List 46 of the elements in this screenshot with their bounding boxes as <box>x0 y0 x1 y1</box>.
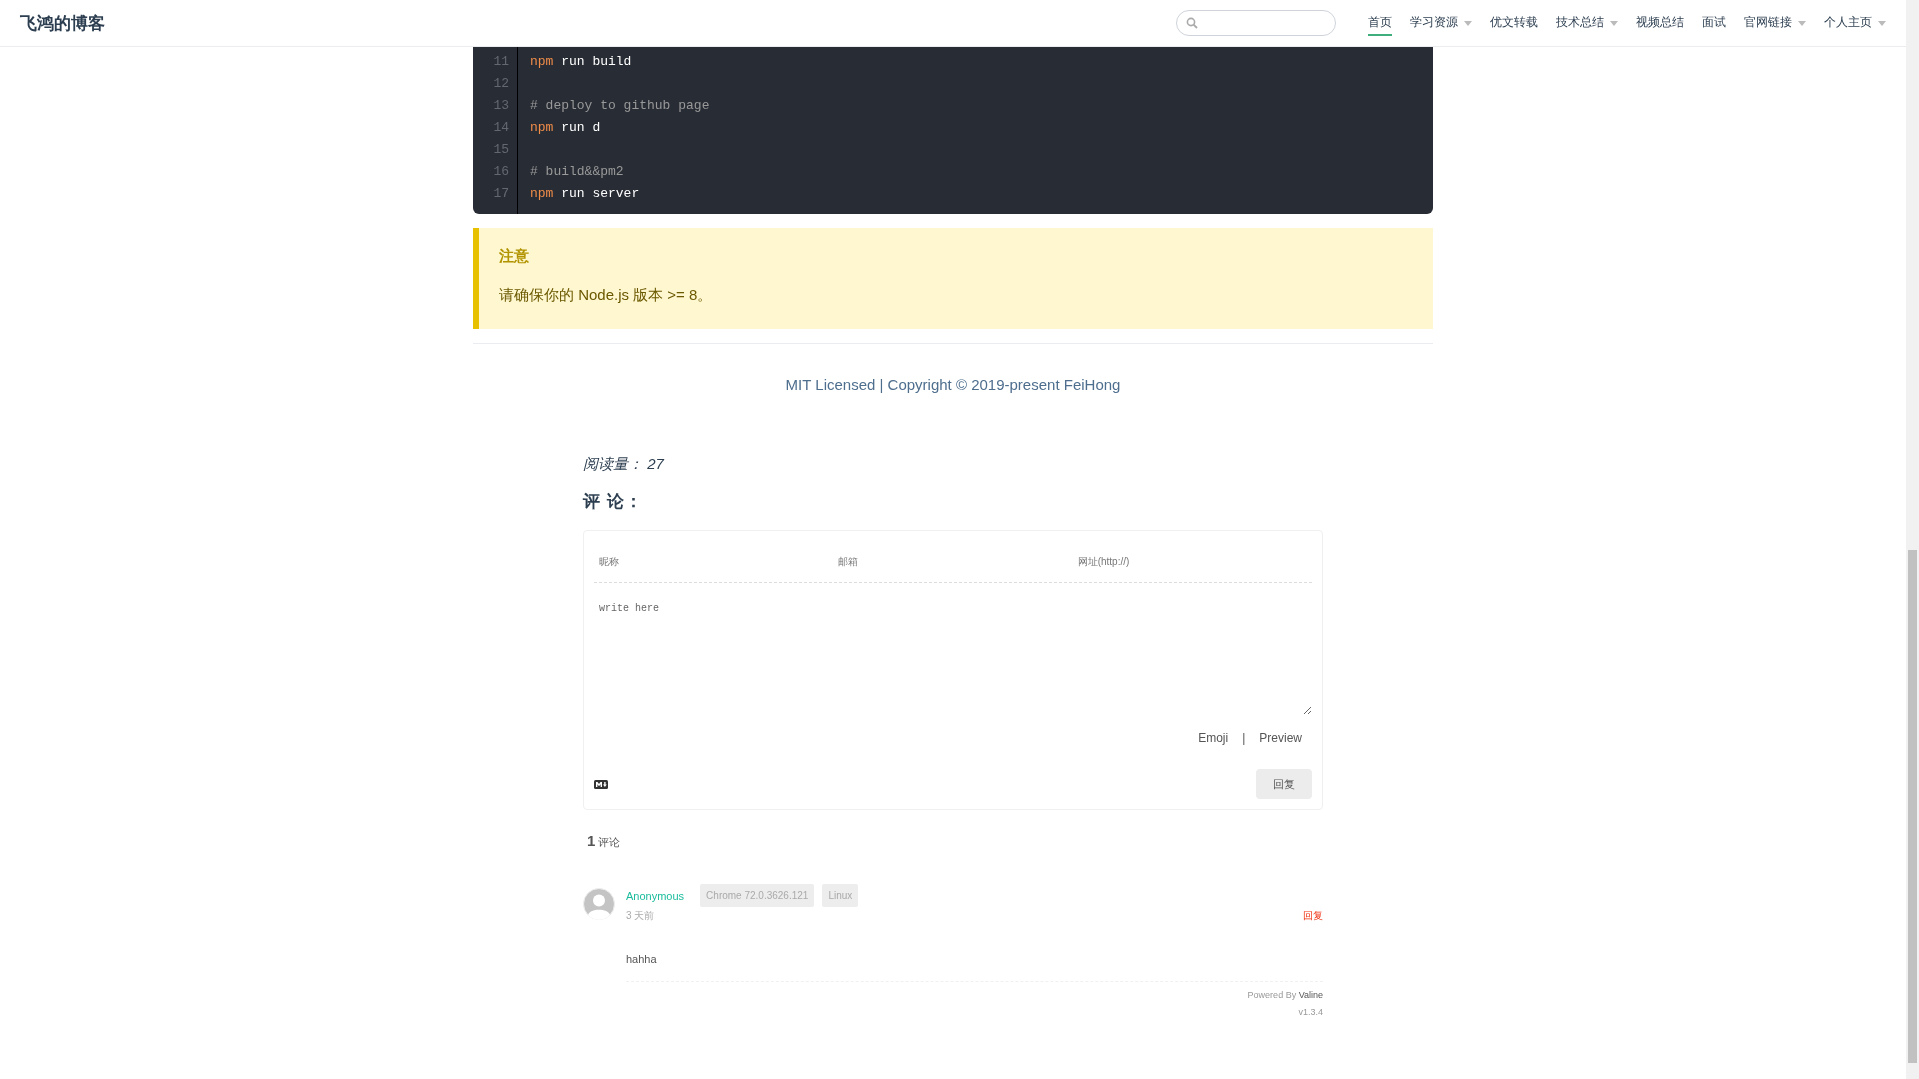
comments-heading: 评 论： <box>583 491 644 513</box>
powered-by-text: Powered By Valine <box>1247 990 1323 1000</box>
line-number: 15 <box>492 141 509 159</box>
line-number: 12 <box>492 75 509 93</box>
version-text: v1.3.4 <box>1298 1007 1323 1017</box>
comment-time: 3 天前 <box>626 909 655 923</box>
nav-link[interactable]: 视频总结 <box>1636 10 1684 36</box>
code-line: npm run server <box>530 185 640 203</box>
reply-link[interactable]: 回复 <box>1303 909 1323 923</box>
search-icon <box>1186 17 1198 29</box>
warning-title: 注意 <box>499 247 530 266</box>
warning-text: 请确保你的 Node.js 版本 >= 8。 <box>499 286 714 305</box>
line-number: 16 <box>492 163 509 181</box>
code-line: npm run d <box>530 119 601 137</box>
footer-text: MIT Licensed | Copyright © 2019-present FeiHong <box>473 343 1433 455</box>
emoji-link[interactable]: Emoji <box>1198 731 1229 745</box>
valine-link[interactable]: Valine <box>1298 990 1323 1000</box>
read-count: 阅读量： 27 <box>583 455 666 474</box>
line-number: 11 <box>492 53 509 71</box>
code-line: npm run build <box>530 53 632 71</box>
line-number: 13 <box>492 97 509 115</box>
scrollbar[interactable] <box>1906 0 1919 1079</box>
avatar-icon <box>583 888 615 920</box>
nav-link[interactable]: 个人主页 <box>1824 10 1872 36</box>
nav-link[interactable]: 面试 <box>1702 10 1726 36</box>
comment-form[interactable]: 昵称 邮箱 网址(http://) write here Emoji | Preview 回复 <box>583 530 1323 810</box>
nav-link[interactable]: 官网链接 <box>1744 10 1792 36</box>
separator: | <box>1242 731 1246 745</box>
nav-link[interactable]: 首页 <box>1368 10 1392 36</box>
preview-link[interactable]: Preview <box>1259 731 1302 745</box>
site-title[interactable]: 飞鸿的博客 <box>20 11 105 35</box>
code-line: # build&&pm2 <box>530 163 624 181</box>
comment-text: hahha <box>626 953 658 965</box>
nav-link[interactable]: 优文转载 <box>1490 10 1538 36</box>
browser-tag: Chrome 72.0.3626.121 <box>700 884 815 907</box>
line-number: 14 <box>492 119 509 137</box>
comment-count: 1 <box>587 832 596 849</box>
markdown-icon <box>594 779 608 789</box>
line-number: 17 <box>492 185 509 203</box>
nav-link[interactable]: 学习资源 <box>1410 10 1458 36</box>
nav-link[interactable]: 技术总结 <box>1556 10 1604 36</box>
reply-button[interactable]: 回复 <box>1256 769 1312 799</box>
comment-count-label: 评论 <box>598 835 621 850</box>
os-tag: Linux <box>822 884 859 907</box>
scrollbar-thumb[interactable] <box>1908 550 1917 1063</box>
code-line: # deploy to github page <box>530 97 710 115</box>
